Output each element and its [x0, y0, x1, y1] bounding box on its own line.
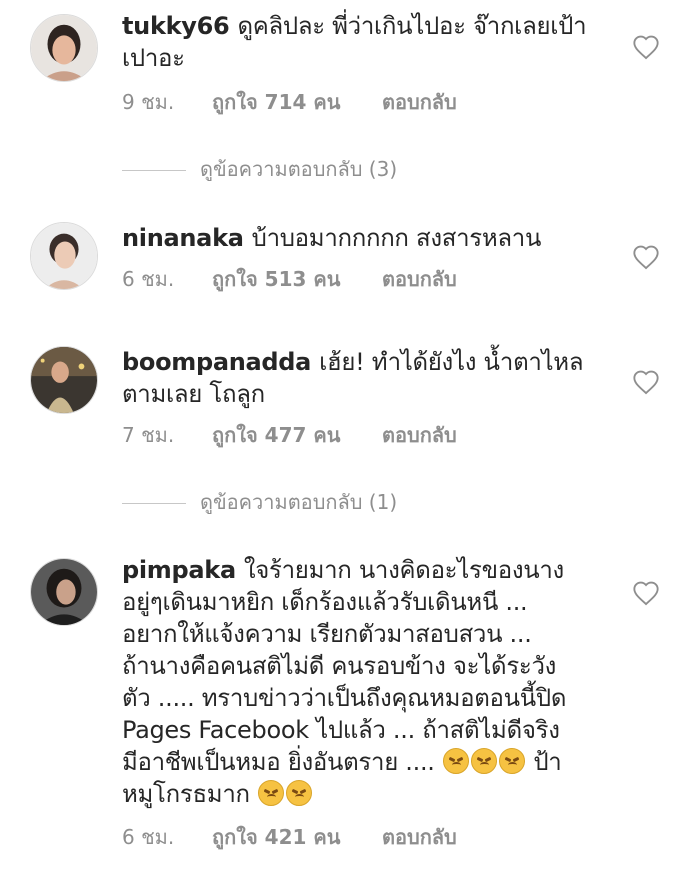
comment-line-6: Pages Facebook ไปแล้ว ... ถ้าสติไม่ดีจริ…: [122, 716, 560, 744]
avatar[interactable]: [30, 558, 98, 626]
view-replies-label: ดูข้อความตอบกลับ (1): [200, 490, 398, 514]
comment-line-2: อยู่ๆเดินมาหยิก เด็กร้องแล้วรับเดินหนี .…: [122, 588, 528, 616]
comment-body: ninanaka บ้าบอมากกกกก สงสารหลาน: [122, 222, 592, 254]
heart-outline-icon: [633, 245, 659, 270]
divider-line: [122, 170, 186, 171]
like-button[interactable]: [632, 369, 660, 395]
avatar[interactable]: [30, 222, 98, 290]
reply-button[interactable]: ตอบกลับ: [382, 87, 457, 117]
heart-outline-icon: [633, 35, 659, 60]
divider-line: [122, 503, 186, 504]
like-count[interactable]: ถูกใจ 714 คน: [212, 87, 382, 117]
like-count[interactable]: ถูกใจ 421 คน: [212, 822, 382, 852]
comment-body: boompanadda เฮ้ย! ทำได้ยังไง น้ำตาไหลตามเ…: [122, 346, 592, 410]
like-button[interactable]: [632, 244, 660, 270]
comment-body: tukky66 ดูคลิปละ พี่ว่าเกินไปอะ จ๊ากเลยเป…: [122, 10, 592, 74]
comment-meta: 7 ชม. ถูกใจ 477 คน ตอบกลับ: [122, 420, 457, 450]
reply-button[interactable]: ตอบกลับ: [382, 264, 457, 294]
like-count[interactable]: ถูกใจ 477 คน: [212, 420, 382, 450]
avatar[interactable]: [30, 346, 98, 414]
like-count[interactable]: ถูกใจ 513 คน: [212, 264, 382, 294]
angry-face-emoji: [286, 780, 313, 806]
timestamp: 7 ชม.: [122, 423, 175, 447]
comment-line-3: อยากให้แจ้งความ เรียกตัวมาสอบสวน ...: [122, 620, 532, 648]
avatar[interactable]: [30, 14, 98, 82]
comment-meta: 9 ชม. ถูกใจ 714 คน ตอบกลับ: [122, 87, 457, 117]
comment-meta: 6 ชม. ถูกใจ 421 คน ตอบกลับ: [122, 822, 457, 852]
angry-face-emoji: [470, 748, 497, 774]
timestamp: 9 ชม.: [122, 90, 175, 114]
angry-face-emoji: [258, 780, 285, 806]
username[interactable]: ninanaka: [122, 224, 244, 252]
comment-text: บ้าบอมากกกกก สงสารหลาน: [251, 224, 542, 252]
like-button[interactable]: [632, 580, 660, 606]
heart-outline-icon: [633, 370, 659, 395]
angry-face-emoji: [442, 748, 469, 774]
comment-body: pimpaka ใจร้ายมาก นางคิดอะไรของนาง อยู่ๆเ…: [122, 554, 592, 810]
reply-button[interactable]: ตอบกลับ: [382, 420, 457, 450]
comment-line-7-end: ป้า: [533, 748, 562, 776]
comment-line-4: ถ้านางคือคนสติไม่ดี คนรอบข้าง จะได้ระวัง: [122, 652, 557, 680]
heart-outline-icon: [633, 581, 659, 606]
like-button[interactable]: [632, 34, 660, 60]
view-replies-button[interactable]: ดูข้อความตอบกลับ (3): [122, 154, 397, 184]
comment-line-8: หมูโกรธมาก: [122, 780, 250, 808]
view-replies-label: ดูข้อความตอบกลับ (3): [200, 157, 398, 181]
username[interactable]: pimpaka: [122, 556, 236, 584]
comment-line-7: มีอาชีพเป็นหมอ ยิ่งอันตราย ....: [122, 748, 435, 776]
view-replies-button[interactable]: ดูข้อความตอบกลับ (1): [122, 487, 397, 517]
username[interactable]: tukky66: [122, 12, 230, 40]
comment-line-1: ใจร้ายมาก นางคิดอะไรของนาง: [243, 556, 564, 584]
comment-meta: 6 ชม. ถูกใจ 513 คน ตอบกลับ: [122, 264, 457, 294]
username[interactable]: boompanadda: [122, 348, 311, 376]
reply-button[interactable]: ตอบกลับ: [382, 822, 457, 852]
angry-face-emoji: [498, 748, 525, 774]
timestamp: 6 ชม.: [122, 267, 175, 291]
timestamp: 6 ชม.: [122, 825, 175, 849]
comment-line-5: ตัว ..... ทราบข่าวว่าเป็นถึงคุณหมอตอนนี้…: [122, 684, 567, 712]
